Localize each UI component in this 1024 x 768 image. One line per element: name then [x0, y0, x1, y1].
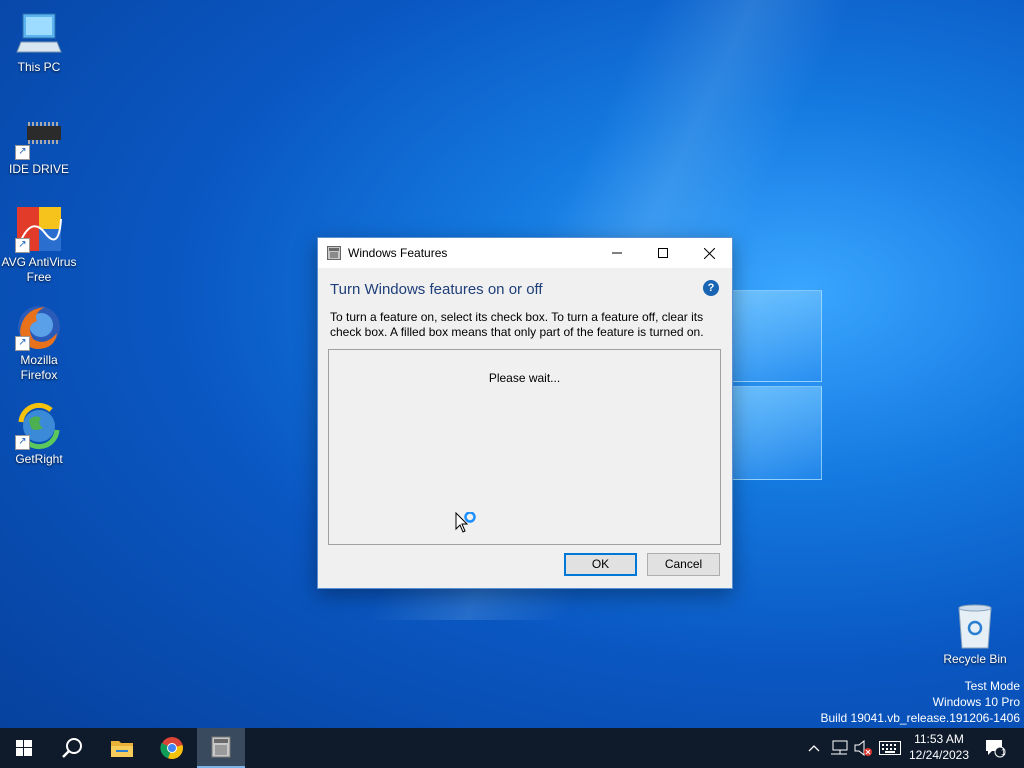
start-button[interactable]: [0, 728, 48, 768]
shortcut-arrow-icon: ↗: [15, 145, 30, 160]
action-center-button[interactable]: 1: [980, 728, 1010, 768]
network-icon: [831, 740, 848, 755]
chrome-icon: [160, 737, 183, 760]
desktop-icon-label: Firefox: [20, 368, 58, 382]
close-button[interactable]: [686, 238, 732, 268]
volume-muted-icon: [854, 740, 872, 756]
chevron-up-icon: [808, 745, 820, 752]
desktop-icon-label: GetRight: [15, 452, 63, 466]
dialog-description: To turn a feature on, select its check b…: [330, 310, 704, 339]
chip-icon: ↗: [15, 112, 63, 160]
clock-time: 11:53 AM: [914, 732, 964, 746]
test-mode-watermark: Test Mode Windows 10 Pro Build 19041.vb_…: [821, 678, 1021, 726]
maximize-icon: [658, 248, 668, 258]
wallpaper-windows-logo: [730, 290, 822, 480]
file-explorer-button[interactable]: [98, 728, 146, 768]
taskbar-clock[interactable]: 11:53 AM 12/24/2023: [900, 731, 978, 763]
busy-cursor-icon: [455, 511, 481, 541]
watermark-line: Windows 10 Pro: [932, 695, 1020, 709]
taskbar: 11:53 AM 12/24/2023 1: [0, 728, 1024, 768]
desktop-icon-avg[interactable]: ↗ AVG AntiVirus Free: [1, 205, 77, 285]
desktop-icon-label: Free: [26, 270, 52, 284]
windows-features-dialog: Windows Features Turn Windows features o…: [317, 237, 733, 589]
getright-icon: ↗: [15, 402, 63, 450]
dialog-titlebar[interactable]: Windows Features: [318, 238, 732, 268]
desktop-icon-ide-drive[interactable]: ↗ IDE DRIVE: [1, 112, 77, 177]
help-icon[interactable]: ?: [703, 280, 719, 296]
windows-features-taskbar-button[interactable]: [197, 728, 245, 768]
show-hidden-icons-button[interactable]: [804, 728, 824, 768]
shortcut-arrow-icon: ↗: [15, 238, 30, 253]
features-list[interactable]: Please wait...: [328, 349, 721, 545]
loading-status: Please wait...: [488, 371, 561, 385]
notification-count-badge: 1: [1001, 748, 1006, 757]
dialog-title: Windows Features: [348, 246, 448, 260]
computer-icon: [15, 10, 63, 58]
shortcut-arrow-icon: ↗: [15, 435, 30, 450]
cancel-button[interactable]: Cancel: [647, 553, 720, 576]
desktop-icon-this-pc[interactable]: This PC: [1, 10, 77, 75]
windows-features-icon: [211, 736, 231, 758]
minimize-icon: [612, 252, 622, 254]
firefox-icon: ↗: [15, 303, 63, 351]
search-button[interactable]: [48, 728, 96, 768]
watermark-line: Test Mode: [964, 679, 1020, 693]
dialog-heading: Turn Windows features on or off: [330, 281, 543, 298]
recycle-bin-icon: [951, 602, 999, 650]
desktop-icon-firefox[interactable]: ↗ Mozilla Firefox: [1, 303, 77, 383]
windows-features-app-icon: [327, 246, 341, 260]
avg-icon: ↗: [15, 205, 63, 253]
desktop-icon-label: AVG AntiVirus: [1, 255, 77, 269]
volume-button[interactable]: [852, 728, 874, 768]
shortcut-arrow-icon: ↗: [15, 336, 30, 351]
maximize-button[interactable]: [640, 238, 686, 268]
desktop-icon-label: Recycle Bin: [943, 652, 1007, 666]
keyboard-icon: [879, 741, 901, 755]
close-icon: [703, 247, 715, 259]
file-explorer-icon: [111, 741, 133, 757]
desktop-icon-label: IDE DRIVE: [8, 162, 69, 176]
desktop-icon-label: This PC: [17, 60, 61, 74]
desktop-icon-label: Mozilla: [20, 353, 58, 367]
watermark-line: Build 19041.vb_release.191206-1406: [820, 711, 1021, 725]
clock-date: 12/24/2023: [908, 748, 970, 762]
minimize-button[interactable]: [594, 238, 640, 268]
network-button[interactable]: [828, 728, 850, 768]
start-icon: [16, 740, 32, 756]
desktop-icon-getright[interactable]: ↗ GetRight: [1, 402, 77, 467]
search-icon: [62, 738, 82, 758]
desktop-icon-recycle-bin[interactable]: Recycle Bin: [937, 602, 1013, 667]
chrome-button[interactable]: [148, 728, 196, 768]
ok-button[interactable]: OK: [564, 553, 637, 576]
